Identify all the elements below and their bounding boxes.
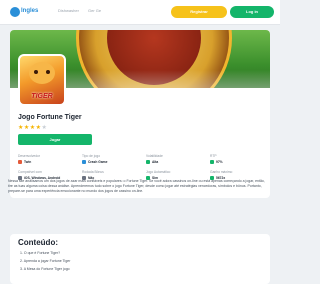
developer-icon <box>18 160 22 165</box>
game-icon-text: TIGER <box>31 93 53 100</box>
tiger-icon <box>29 62 55 84</box>
info-game-type: Tipo de jogo Crash Game <box>82 154 108 165</box>
game-type-icon <box>82 160 86 165</box>
star-icon: ★★★★ <box>18 125 42 131</box>
game-icon: TIGER <box>18 54 66 106</box>
info-volatility: Volatilidade Alta <box>146 154 163 165</box>
toc-item[interactable]: 3. A Mesa do Fortune Tiger jogo <box>20 267 70 271</box>
volatility-icon <box>146 160 150 165</box>
game-title: Jogo Fortune Tiger <box>18 114 82 121</box>
contents-section: Conteúdo: 1. O que é Fortune Tiger? 2. A… <box>10 234 270 284</box>
contents-heading: Conteúdo: <box>18 238 58 247</box>
nav-link-2[interactable]: Ger Ge <box>88 8 101 13</box>
game-description: Nessa site analisamos um dos jogos de az… <box>8 179 265 193</box>
toc-item[interactable]: 1. O que é Fortune Tiger? <box>20 251 60 255</box>
nav-link-1[interactable]: Dishwasher <box>58 8 79 13</box>
site-logo[interactable]: Ingles <box>10 7 38 17</box>
info-developer: Desenvolvedor Twin <box>18 154 40 165</box>
play-button[interactable]: Jogar <box>18 134 92 145</box>
rating-stars: ★★★★★ <box>18 124 47 131</box>
logo-text: Ingles <box>21 8 39 14</box>
rtp-icon <box>210 160 214 165</box>
toc-item[interactable]: 2. Aprenda a jogar Fortune Tiger <box>20 259 70 263</box>
star-icon: ★ <box>41 125 48 131</box>
info-rtp: RTP 97% <box>210 154 223 165</box>
login-button[interactable]: Log in <box>230 6 274 18</box>
top-bar: Ingles Dishwasher Ger Ge Registrar Log i… <box>0 0 280 25</box>
register-button[interactable]: Registrar <box>171 6 227 18</box>
logo-icon <box>10 7 20 17</box>
game-card: TIGER Jogo Fortune Tiger ★★★★★ Jogar Des… <box>10 30 270 198</box>
